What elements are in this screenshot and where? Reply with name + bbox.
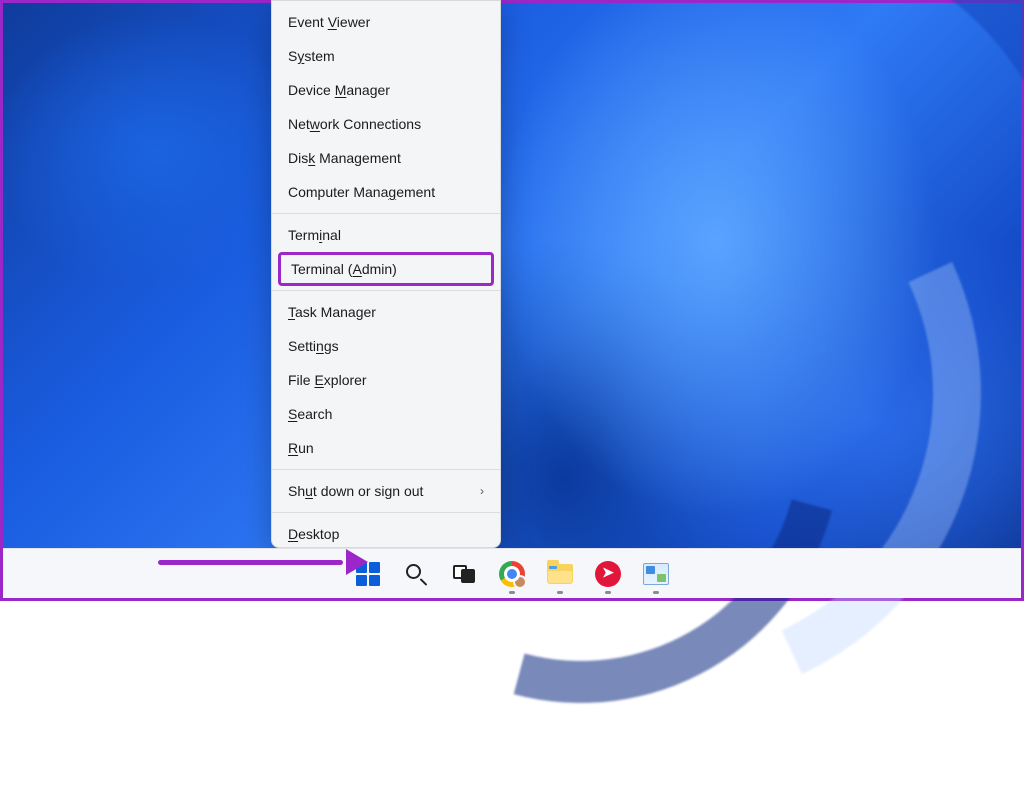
menu-item-settings[interactable]: Settings (272, 329, 500, 363)
red-app-icon: ➤ (595, 561, 621, 587)
menu-item-device-manager[interactable]: Device Manager (272, 73, 500, 107)
task-view-icon (453, 565, 475, 583)
menu-item-label: Terminal (Admin) (291, 261, 397, 277)
menu-item-terminal-admin-highlighted[interactable]: Terminal (Admin) (278, 252, 494, 286)
menu-item-network-connections[interactable]: Network Connections (272, 107, 500, 141)
file-explorer-button[interactable] (539, 553, 581, 595)
menu-item-label: Run (288, 440, 314, 456)
menu-separator (272, 512, 500, 513)
menu-item-label: Network Connections (288, 116, 421, 132)
menu-item-terminal[interactable]: Terminal (272, 218, 500, 252)
menu-item-label: Task Manager (288, 304, 376, 320)
control-panel-button[interactable] (635, 553, 677, 595)
menu-item-computer-management[interactable]: Computer Management (272, 175, 500, 209)
menu-item-disk-management[interactable]: Disk Management (272, 141, 500, 175)
running-indicator (653, 591, 659, 594)
start-button[interactable] (347, 553, 389, 595)
menu-item-shutdown-signout[interactable]: Shut down or sign out › (272, 474, 500, 508)
menu-item-label: Device Manager (288, 82, 390, 98)
menu-item-label: System (288, 48, 335, 64)
menu-item-event-viewer[interactable]: Event Viewer (272, 5, 500, 39)
menu-item-label: Shut down or sign out (288, 483, 423, 499)
menu-item-system[interactable]: System (272, 39, 500, 73)
task-view-button[interactable] (443, 553, 485, 595)
menu-separator (272, 290, 500, 291)
running-indicator (557, 591, 563, 594)
menu-item-task-manager[interactable]: Task Manager (272, 295, 500, 329)
control-panel-icon (643, 563, 669, 585)
menu-item-label: Terminal (288, 227, 341, 243)
chrome-icon (499, 561, 525, 587)
menu-item-label: Settings (288, 338, 339, 354)
red-app-button[interactable]: ➤ (587, 553, 629, 595)
menu-item-label: Event Viewer (288, 14, 370, 30)
menu-item-label: Disk Management (288, 150, 401, 166)
running-indicator (509, 591, 515, 594)
search-icon (405, 563, 427, 585)
running-indicator (605, 591, 611, 594)
profile-avatar-badge (513, 575, 527, 589)
menu-item-label: Computer Management (288, 184, 435, 200)
chevron-right-icon: › (480, 484, 484, 498)
windows-icon (356, 562, 380, 586)
search-button[interactable] (395, 553, 437, 595)
menu-item-desktop[interactable]: Desktop (272, 517, 500, 551)
taskbar: ➤ (3, 548, 1021, 598)
menu-item-label: Search (288, 406, 332, 422)
winx-context-menu: Event Viewer System Device Manager Network … (271, 0, 501, 548)
menu-item-label: Desktop (288, 526, 339, 542)
menu-separator (272, 213, 500, 214)
menu-separator (272, 469, 500, 470)
menu-item-search[interactable]: Search (272, 397, 500, 431)
file-explorer-icon (547, 564, 573, 584)
menu-item-file-explorer[interactable]: File Explorer (272, 363, 500, 397)
chrome-button[interactable] (491, 553, 533, 595)
menu-item-label: File Explorer (288, 372, 367, 388)
desktop-wallpaper (3, 3, 1021, 598)
menu-item-run[interactable]: Run (272, 431, 500, 465)
